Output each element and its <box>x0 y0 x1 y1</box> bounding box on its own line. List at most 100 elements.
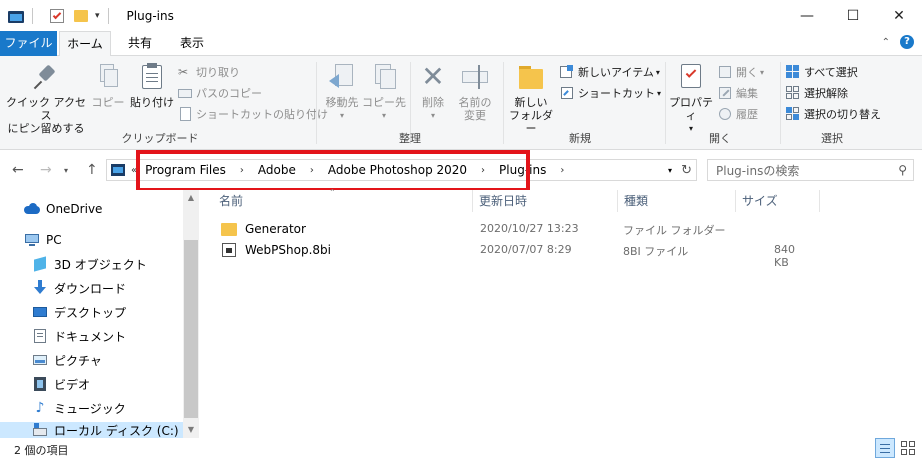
tab-share[interactable]: 共有 <box>120 31 160 56</box>
file-modified: 2020/07/07 8:29 <box>480 243 572 256</box>
search-input[interactable]: Plug-insの検索 ⚲ <box>707 159 914 181</box>
paste-shortcut-button[interactable]: ショートカットの貼り付け <box>178 104 328 124</box>
close-button[interactable]: ✕ <box>876 0 922 31</box>
table-row[interactable]: WebPShop.8bi 2020/07/07 8:29 8BI ファイル 84… <box>213 240 813 269</box>
up-arrow-icon[interactable]: ↑ <box>86 162 98 178</box>
new-folder-label-2: フォルダー <box>509 109 553 135</box>
nav-item-pictures[interactable]: ピクチャ <box>32 350 102 370</box>
dropdown-arrow-icon: ▾ <box>339 111 344 120</box>
nav-item-label: デスクトップ <box>54 305 127 320</box>
nav-item-label: OneDrive <box>46 202 103 216</box>
nav-item-documents[interactable]: ドキュメント <box>32 326 126 346</box>
delete-button[interactable]: ✕ 削除 ▾ <box>414 62 452 122</box>
divider <box>503 62 504 144</box>
nav-item-desktop[interactable]: デスクトップ <box>32 302 126 322</box>
details-view-icon[interactable] <box>875 438 895 458</box>
table-row[interactable]: Generator 2020/10/27 13:23 ファイル フォルダー <box>213 219 813 239</box>
quick-access-dropdown-icon[interactable]: ▾ <box>95 11 100 21</box>
rename-icon <box>460 62 490 92</box>
scroll-up-icon[interactable]: ▲ <box>183 190 199 206</box>
delete-x-icon: ✕ <box>421 60 445 93</box>
nav-item-videos[interactable]: ビデオ <box>32 374 90 394</box>
nav-item-3d-objects[interactable]: 3D オブジェクト <box>32 254 147 274</box>
open-icon <box>718 65 732 79</box>
nav-item-label: ピクチャ <box>54 353 102 368</box>
new-folder-icon[interactable] <box>73 8 89 24</box>
forward-arrow-icon[interactable]: → <box>40 162 52 178</box>
copy-path-button[interactable]: パスのコピー <box>178 83 262 103</box>
scroll-thumb[interactable] <box>184 240 198 418</box>
download-icon <box>32 280 48 296</box>
nav-item-downloads[interactable]: ダウンロード <box>32 278 126 298</box>
move-to-button[interactable]: 移動先 ▾ <box>320 62 364 122</box>
maximize-button[interactable]: ☐ <box>830 0 876 31</box>
chevron-right-icon[interactable]: › <box>560 165 564 176</box>
column-header-modified[interactable]: 更新日時 <box>473 190 618 212</box>
select-all-button[interactable]: すべて選択 <box>786 62 858 82</box>
collapse-ribbon-icon[interactable]: ⌃ <box>882 37 890 48</box>
tab-home[interactable]: ホーム <box>59 31 111 57</box>
properties-checkbox-icon[interactable] <box>49 8 65 24</box>
nav-item-label: ミュージック <box>54 401 126 416</box>
3d-objects-icon <box>32 256 48 272</box>
invert-selection-button[interactable]: 選択の切り替え <box>786 104 881 124</box>
new-item-button[interactable]: 新しいアイテム ▾ <box>560 62 660 82</box>
rename-button[interactable]: 名前の 変更 <box>452 62 498 122</box>
edit-button[interactable]: 編集 <box>718 83 758 103</box>
copy-to-button[interactable]: コピー先 ▾ <box>362 62 406 122</box>
select-all-label: すべて選択 <box>804 66 858 79</box>
large-icons-view-icon[interactable] <box>900 440 916 456</box>
nav-item-label: ビデオ <box>54 377 91 392</box>
column-header-type[interactable]: 種類 <box>618 190 736 212</box>
tab-view[interactable]: 表示 <box>172 31 212 56</box>
organize-group-label: 整理 <box>399 132 421 145</box>
explorer-icon[interactable] <box>8 8 24 24</box>
column-header-name[interactable]: 名前 <box>213 190 473 212</box>
navigation-pane: OneDrive PC 3D オブジェクト ダウンロード デスクトップ ドキュメ… <box>0 190 199 438</box>
shortcut-button[interactable]: ショートカット ▾ <box>560 83 661 103</box>
ribbon-tabs: ファイル ホーム 共有 表示 ⌃ ? <box>0 31 922 57</box>
copy-to-icon <box>369 62 399 92</box>
nav-item-music[interactable]: ♪ ミュージック <box>32 398 126 418</box>
minimize-button[interactable]: — <box>784 0 830 31</box>
new-group-label: 新規 <box>569 132 591 145</box>
nav-item-onedrive[interactable]: OneDrive <box>24 199 102 219</box>
tab-file[interactable]: ファイル <box>0 31 57 56</box>
refresh-icon[interactable]: ↻ <box>681 163 692 178</box>
pc-icon <box>24 232 40 248</box>
address-dropdown-icon[interactable]: ▾ <box>668 166 672 175</box>
pin-quick-access-button[interactable]: クイック アクセス にピン留めする <box>6 62 86 135</box>
copy-button[interactable]: コピー <box>88 62 128 109</box>
properties-button[interactable]: プロパティ ▾ <box>668 62 714 135</box>
status-bar: 2 個の項目 <box>0 438 922 460</box>
back-arrow-icon[interactable]: ← <box>12 162 24 178</box>
open-group-label: 開く <box>709 132 731 145</box>
dropdown-arrow-icon: ▾ <box>381 111 386 120</box>
open-button[interactable]: 開く ▾ <box>718 62 764 82</box>
history-button[interactable]: 履歴 <box>718 104 758 124</box>
select-none-icon <box>786 86 800 100</box>
file-modified: 2020/10/27 13:23 <box>480 222 579 235</box>
help-icon[interactable]: ? <box>900 35 914 49</box>
cut-button[interactable]: ✂ 切り取り <box>178 62 240 82</box>
scroll-down-icon[interactable]: ▼ <box>183 422 199 438</box>
select-none-button[interactable]: 選択解除 <box>786 83 848 103</box>
copy-icon <box>93 62 123 92</box>
divider <box>32 7 33 24</box>
rename-label-1: 名前の <box>458 96 492 109</box>
column-header-size[interactable]: サイズ <box>736 190 820 212</box>
scissors-icon: ✂ <box>178 65 189 79</box>
nav-item-local-disk[interactable]: ローカル ディスク (C:) <box>0 422 183 438</box>
drive-icon <box>32 422 48 438</box>
recent-locations-icon[interactable]: ▾ <box>64 166 68 175</box>
move-to-label: 移動先 <box>325 96 359 109</box>
new-folder-button[interactable]: 新しい フォルダー <box>506 62 556 135</box>
divider <box>316 62 317 144</box>
nav-scrollbar[interactable]: ▲ ▼ <box>183 190 199 438</box>
nav-item-pc[interactable]: PC <box>24 230 62 250</box>
paste-button[interactable]: 貼り付け <box>128 62 176 109</box>
video-icon <box>32 376 48 392</box>
search-icon: ⚲ <box>898 163 907 177</box>
window-title: Plug-ins <box>126 8 174 23</box>
divider <box>780 62 781 144</box>
